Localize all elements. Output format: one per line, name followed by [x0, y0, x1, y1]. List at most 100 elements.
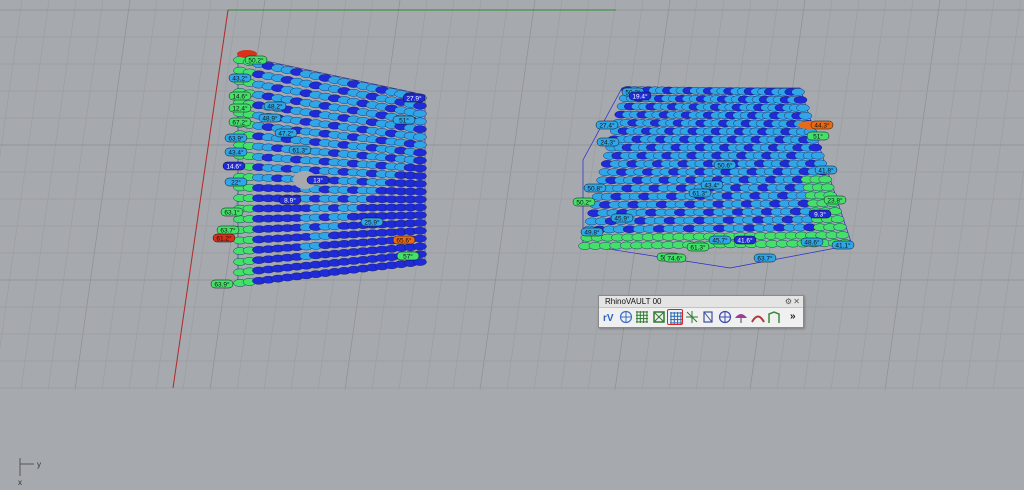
angle-label: 19.4°: [628, 91, 652, 101]
svg-text:14.6°: 14.6°: [226, 163, 242, 171]
toolbar-title: RhinoVAULT 00: [605, 297, 662, 306]
mesh-grid-icon[interactable]: [651, 309, 667, 325]
svg-text:63.1°: 63.1°: [224, 209, 240, 217]
mesh-node-label: [413, 117, 427, 126]
mesh-node-label: [413, 211, 427, 219]
angle-label: 57°: [396, 251, 420, 261]
right-vault-mesh[interactable]: 27.4°24.3°50.8°50.2°49.8°45.9°61.3°53.7°…: [572, 86, 855, 269]
angle-label: 61.3°: [288, 145, 312, 155]
svg-text:14.6°: 14.6°: [232, 93, 248, 101]
mesh-node-label: [835, 231, 850, 239]
mesh-node-label: [833, 223, 847, 231]
svg-text:61.3°: 61.3°: [292, 147, 308, 155]
mesh-node-label: [413, 156, 427, 165]
construction-grid: [0, 0, 1024, 391]
sphere-mesh-icon[interactable]: [717, 309, 733, 325]
angle-label: 51°: [806, 131, 830, 141]
angle-label: 63.9°: [224, 133, 248, 143]
svg-text:63.7°: 63.7°: [757, 255, 773, 263]
angle-label: 8.9°: [278, 195, 302, 205]
angle-label: 41.1°: [831, 240, 855, 250]
angle-label: 51°: [392, 115, 416, 125]
angle-label: 63.9°: [210, 279, 234, 289]
mesh-node-label: [413, 164, 427, 173]
angle-label: 9.3°: [808, 209, 832, 219]
close-icon[interactable]: ✕: [793, 296, 800, 307]
svg-text:48.6°: 48.6°: [804, 239, 820, 247]
form-diagram-icon[interactable]: [618, 309, 634, 325]
svg-text:63.7°: 63.7°: [220, 227, 236, 235]
angle-label: 50.6°: [713, 160, 737, 170]
svg-text:41.6°: 41.6°: [737, 237, 753, 245]
mesh-node-label: [798, 112, 813, 120]
mesh-node-label: [413, 226, 427, 235]
angle-label: 48.2°: [263, 101, 287, 111]
rhinovault-toolbar[interactable]: RhinoVAULT 00 ⚙ ✕ » rV: [598, 295, 804, 328]
svg-text:19.4°: 19.4°: [632, 93, 648, 101]
mesh-node-label: [413, 234, 427, 243]
overflow-chevron-icon[interactable]: »: [790, 311, 796, 322]
svg-text:51°: 51°: [399, 117, 409, 125]
mesh-node-label: [830, 215, 845, 223]
axis-x-label: x: [18, 478, 22, 487]
angle-label: 22°: [224, 177, 248, 187]
angle-label: 48.9°: [258, 113, 282, 123]
angle-label: 61.3°: [686, 242, 710, 252]
angle-label: 12.4°: [228, 103, 252, 113]
svg-text:22°: 22°: [231, 179, 241, 187]
angle-label: 47.2°: [274, 128, 298, 138]
svg-text:27.4°: 27.4°: [599, 122, 615, 130]
svg-text:50.6°: 50.6°: [717, 162, 733, 170]
angle-label: 67.2°: [228, 117, 252, 127]
svg-text:50.2°: 50.2°: [576, 199, 592, 207]
mesh-node-label: [413, 195, 427, 204]
angle-label: 45.7°: [708, 235, 732, 245]
umbrella-icon[interactable]: [733, 309, 749, 325]
angle-label: 74.6°: [663, 253, 687, 263]
mesh-node-label: [413, 133, 427, 141]
angle-label: 23.8°: [823, 195, 847, 205]
angle-label: 14.6°: [222, 161, 246, 171]
svg-text:9.3°: 9.3°: [814, 211, 826, 219]
mesh-node-label: [413, 148, 427, 157]
toolbar-titlebar[interactable]: RhinoVAULT 00 ⚙ ✕: [599, 296, 803, 308]
mesh-node-label: [793, 96, 808, 104]
supports-icon[interactable]: [766, 309, 782, 325]
axis-y-label: y: [37, 460, 41, 469]
mesh-node-label: [413, 219, 427, 227]
svg-text:61.3°: 61.3°: [692, 190, 708, 198]
rhino-viewport[interactable]: 50.2° 43.2° 14.6° 12.4° 67.2° 47.2° 63.9° 48.2°…: [0, 0, 1024, 490]
svg-text:63.9°: 63.9°: [228, 135, 244, 143]
angle-label: 41.6°: [733, 235, 757, 245]
mesh-node-label: [413, 187, 427, 196]
star-network-icon[interactable]: [684, 309, 700, 325]
mesh-node-label: [413, 180, 427, 188]
svg-text:rV: rV: [603, 313, 614, 324]
table-grid-icon[interactable]: [667, 309, 683, 325]
mesh-node-label: [413, 242, 427, 251]
mesh-node-label: [791, 88, 805, 96]
angle-label: 50.2°: [244, 55, 268, 65]
angle-label: 63.7°: [753, 253, 777, 263]
mesh-node-label: [413, 109, 427, 118]
angle-label: 43.4°: [224, 147, 248, 157]
svg-text:13°: 13°: [313, 177, 323, 185]
svg-text:43.2°: 43.2°: [232, 75, 248, 83]
angle-label: 50.8°: [583, 183, 607, 193]
mesh-node-label: [821, 183, 835, 192]
mesh-node-label: [808, 143, 822, 152]
angle-label: 45.9°: [610, 213, 634, 223]
vault-shape-icon[interactable]: [750, 309, 766, 325]
angle-label: 61.2°: [212, 233, 236, 243]
angle-label: 25.9°: [360, 217, 384, 227]
mesh-node-label: [413, 125, 427, 133]
svg-text:61.2°: 61.2°: [216, 235, 232, 243]
svg-text:41.8°: 41.8°: [818, 167, 834, 175]
svg-text:8.9°: 8.9°: [284, 197, 296, 205]
box-frame-icon[interactable]: [700, 309, 716, 325]
gear-icon[interactable]: ⚙: [785, 296, 792, 307]
grid-hash-icon[interactable]: [634, 309, 650, 325]
svg-text:25.9°: 25.9°: [364, 219, 380, 227]
angle-label: 41.8°: [814, 165, 838, 175]
rv-logo-icon[interactable]: rV: [601, 309, 617, 325]
